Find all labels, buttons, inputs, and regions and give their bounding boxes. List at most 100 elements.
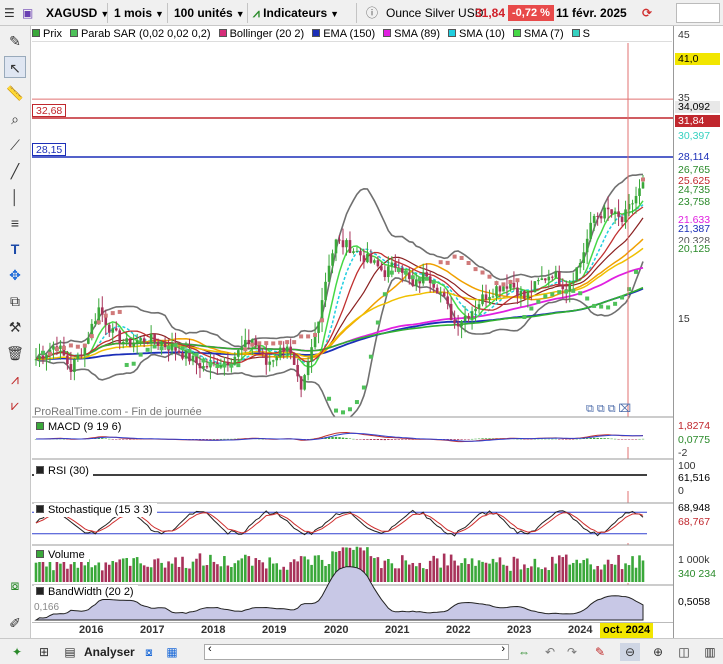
menu-icon[interactable]: ☰ — [4, 3, 18, 23]
sar-dot — [82, 343, 87, 348]
candle-body — [582, 252, 585, 263]
macd-panel[interactable] — [32, 416, 673, 447]
volume-bar — [268, 557, 272, 582]
segment-icon[interactable]: ⟋ — [4, 134, 26, 156]
fibonacci-icon[interactable]: ≡ — [4, 212, 26, 234]
volume-bar — [596, 565, 599, 582]
volume-bar — [516, 558, 519, 582]
candle-body — [484, 294, 488, 300]
volume-bar — [317, 555, 320, 582]
sar-dot — [634, 269, 639, 274]
volume-bar — [55, 560, 59, 582]
fit-icon[interactable]: ⇔ — [514, 643, 534, 661]
legend-swatch — [512, 29, 521, 37]
trash-icon[interactable]: 🗑 — [4, 342, 26, 364]
cursor-date-tag: oct. 2024 — [600, 623, 654, 638]
macd-histogram-bar — [118, 439, 121, 440]
rsi-panel[interactable] — [32, 458, 673, 491]
volume-bar — [257, 559, 261, 582]
analyze-button[interactable]: Analyser — [84, 643, 135, 661]
pointer-icon[interactable]: ↖ — [4, 56, 26, 78]
scroll-right-icon[interactable]: › — [501, 643, 505, 655]
sar-dot — [347, 407, 352, 412]
legend-item[interactable]: Bollinger (20 2) — [218, 26, 304, 41]
legend-item[interactable]: Parab SAR (0,02 0,02 0,2) — [69, 26, 211, 41]
legend-item[interactable]: SMA (7) — [512, 26, 564, 41]
camera-icon[interactable]: ◫ — [674, 643, 694, 661]
grid-icon[interactable]: ⊞ — [34, 643, 54, 661]
time-axis[interactable]: 2016 2017 2018 2019 2020 2021 2022 2023 2024 oct.… — [32, 622, 673, 638]
sar-dot — [592, 303, 597, 308]
scroll-left-icon[interactable]: ‹ — [208, 643, 212, 655]
refresh-icon[interactable]: ⟳ — [642, 3, 662, 23]
analysis-icon[interactable]: ⧇ — [140, 643, 158, 661]
copy-icon[interactable]: ⧉ — [4, 290, 26, 312]
candle-body — [530, 291, 533, 293]
legend-item[interactable]: SMA (89) — [383, 26, 440, 41]
macd-histogram-bar — [638, 438, 641, 440]
legend-item[interactable]: EMA (150) — [312, 26, 375, 41]
volume-bar — [261, 562, 265, 582]
chart-area[interactable] — [32, 43, 673, 622]
units-select[interactable]: 100 unités ▼ — [174, 3, 248, 23]
candle-body — [299, 376, 303, 390]
symbol-select[interactable]: XAGUSD ▼ — [46, 3, 109, 23]
horizontal-scrollbar[interactable]: ‹ › — [204, 643, 509, 660]
sma-value: 20,125 — [675, 243, 720, 255]
volume-bar — [226, 565, 230, 582]
text-icon[interactable]: T — [4, 238, 26, 260]
legend-label: SMA (10) — [459, 28, 505, 40]
ruler-icon[interactable]: 📏 — [4, 82, 26, 104]
rsi-label[interactable]: RSI (30) — [34, 464, 93, 478]
document-icon[interactable]: ▤ — [60, 643, 80, 661]
toolbar-extra-field[interactable] — [676, 3, 720, 23]
macd-label[interactable]: MACD (9 19 6) — [34, 420, 126, 434]
sar-dot — [68, 343, 73, 348]
move-icon[interactable]: ✥ — [4, 264, 26, 286]
side-panel-icon[interactable]: ▥ — [700, 643, 720, 661]
stoch-label[interactable]: Stochastique (15 3 3) — [34, 503, 157, 517]
bandwidth-label[interactable]: BandWidth (20 2) — [34, 585, 138, 599]
pen-tool-icon[interactable]: ✐ — [4, 612, 26, 634]
indicators-button[interactable]: ⩘ Indicateurs ▼ — [253, 3, 357, 23]
price-axis[interactable]: 45 41,0 35 34,092 31,84 30,397 28,114 26,765 25,… — [673, 26, 723, 638]
info-icon[interactable]: ⓘ — [366, 3, 380, 23]
sar-dot — [327, 396, 332, 401]
candle-body — [177, 350, 181, 354]
volume-bar — [404, 560, 408, 582]
draw-mode-icon[interactable]: ✎ — [590, 643, 610, 661]
zoom-in-icon[interactable]: ⊕ — [648, 643, 668, 661]
pen-icon[interactable]: ✎ — [4, 30, 26, 52]
volume-bar — [184, 567, 188, 582]
redo-icon[interactable]: ↷ — [562, 643, 582, 661]
alerts-icon[interactable]: ⧇ — [4, 574, 26, 596]
vertical-line-icon[interactable]: │ — [4, 186, 26, 208]
legend-item[interactable]: S — [571, 26, 590, 41]
candle-body — [170, 344, 174, 351]
line-icon[interactable]: ╱ — [4, 160, 26, 182]
trend-up-icon[interactable]: ⩘ — [4, 368, 26, 390]
zoom-out-icon[interactable]: ⊖ — [620, 643, 640, 661]
macd-histogram-bar — [376, 439, 380, 440]
upper-price-line-tag[interactable]: 32,68 — [32, 104, 67, 117]
volume-bar — [69, 564, 73, 582]
candle-body — [352, 251, 355, 253]
undo-icon[interactable]: ↶ — [540, 643, 560, 661]
magic-wand-icon[interactable]: ✦ — [6, 643, 28, 661]
layout-icon[interactable]: ▦ — [162, 643, 182, 661]
period-select[interactable]: 1 mois ▼ — [114, 3, 168, 23]
panel-controls-icon[interactable]: ⧉⧉⧉⌧ — [586, 402, 634, 416]
volume-label[interactable]: Volume — [34, 548, 89, 562]
candle-body — [296, 364, 299, 377]
macd-histogram-bar — [599, 438, 603, 439]
lower-price-line-tag[interactable]: 28,15 — [32, 143, 67, 156]
sar-dot — [382, 292, 387, 297]
legend-item[interactable]: Prix — [32, 26, 62, 41]
legend-item[interactable]: SMA (10) — [448, 26, 505, 41]
zoom-icon[interactable]: ⌕ — [4, 108, 26, 130]
window-icon[interactable]: ▣ — [22, 3, 42, 23]
candle-body — [641, 182, 645, 189]
volume-bar — [160, 562, 163, 582]
tools-icon[interactable]: ⚒ — [4, 316, 26, 338]
trend-channel-icon[interactable]: ⩗ — [4, 394, 26, 416]
